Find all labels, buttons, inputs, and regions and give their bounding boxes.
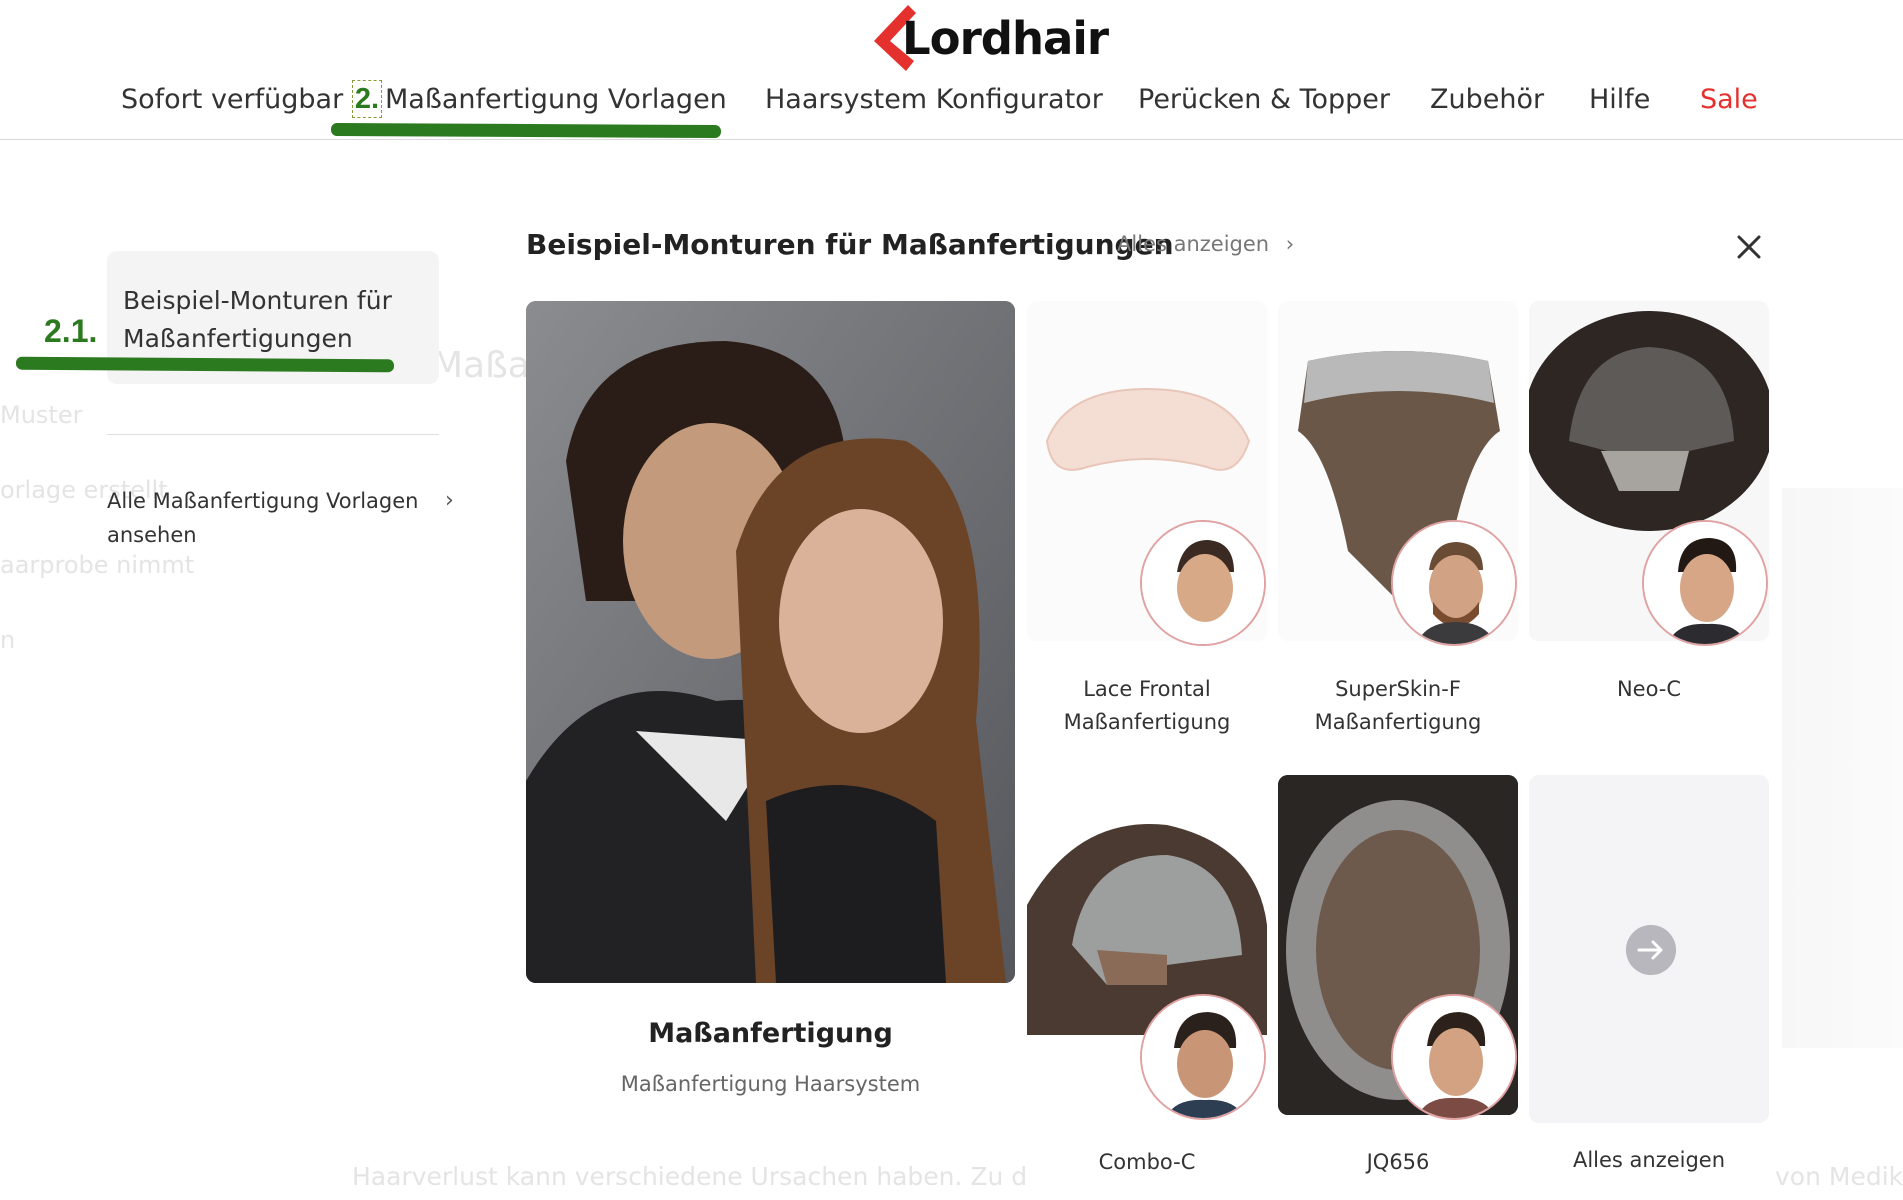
close-icon[interactable] [1732,230,1766,264]
background-text: von Medik [1775,1162,1903,1191]
annotation-step-2: 2. [352,80,382,118]
view-all-label: Alles anzeigen [1117,232,1270,256]
panel-title: Beispiel-Monturen für Maßanfertigungen [526,228,1174,261]
product-name: SuperSkin-F Maßanfertigung [1314,677,1482,734]
background-text: Muster [0,401,83,429]
logo-wordmark: Lordhair [902,11,1109,65]
arrow-right-icon[interactable] [1626,925,1676,975]
background-text: n [0,626,16,654]
nav-haarsystem-konfigurator[interactable]: Haarsystem Konfigurator [765,84,1103,115]
product-name: Combo-C [1098,1150,1196,1174]
nav-massanfertigung-vorlagen[interactable]: Maßanfertigung Vorlagen [385,84,727,115]
model-avatar [1140,994,1266,1120]
product-card-jq656[interactable]: JQ656 [1278,775,1518,1185]
product-card-combo-c[interactable]: Combo-C [1027,775,1267,1185]
hero-subtitle: Maßanfertigung Haarsystem [620,1072,921,1096]
background-text: aarprobe nimmt [0,551,195,579]
nav-sale[interactable]: Sale [1700,84,1758,115]
product-name: Neo-C [1616,677,1682,701]
background-text: Haarverlust kann verschiedene Ursachen h… [352,1162,1028,1191]
annotation-step-2-1: 2.1. [44,313,98,349]
view-all-link[interactable]: Alles anzeigen › [1117,232,1294,256]
submenu-all-templates-link[interactable]: Alle Maßanfertigung Vorlagen ansehen [107,484,427,552]
brand-logo[interactable]: Lordhair [868,2,1109,74]
product-card-superskin-f[interactable]: SuperSkin-F Maßanfertigung [1278,301,1518,761]
model-avatar [1642,520,1768,646]
background-image-fade [1782,488,1903,1048]
model-avatar [1391,994,1517,1120]
product-name: Lace Frontal Maßanfertigung [1063,677,1231,734]
nav-sofort-verfuegbar[interactable]: Sofort verfügbar [121,84,343,115]
annotation-underline-submenu [15,356,395,373]
hero-photo [526,301,1015,983]
nav-zubehoer[interactable]: Zubehör [1430,84,1544,115]
site-header: Lordhair Sofort verfügbar Maßanfertigung… [0,0,1903,140]
hero-image[interactable] [526,301,1015,983]
product-card-lace-frontal[interactable]: Lace Frontal Maßanfertigung [1027,301,1267,761]
page: Maßa Muster orlage erstellt aarprobe nim… [0,0,1903,1200]
submenu-divider [107,434,439,435]
product-card-neo-c[interactable]: Neo-C [1529,301,1769,761]
annotation-underline-nav [330,122,722,139]
chevron-right-icon: › [445,488,454,513]
background-text: Maßa [432,345,530,386]
submenu-item-label: Beispiel-Monturen für Maßanfertigungen [123,286,392,353]
nav-hilfe[interactable]: Hilfe [1589,84,1650,115]
chevron-right-icon: › [1285,232,1295,256]
product-name: JQ656 [1366,1150,1430,1174]
model-avatar [1391,520,1517,646]
nav-peruecken-topper[interactable]: Perücken & Topper [1138,84,1390,115]
hero-title: Maßanfertigung [648,1018,893,1049]
model-avatar [1140,520,1266,646]
view-all-card-label[interactable]: Alles anzeigen [1529,1148,1769,1172]
